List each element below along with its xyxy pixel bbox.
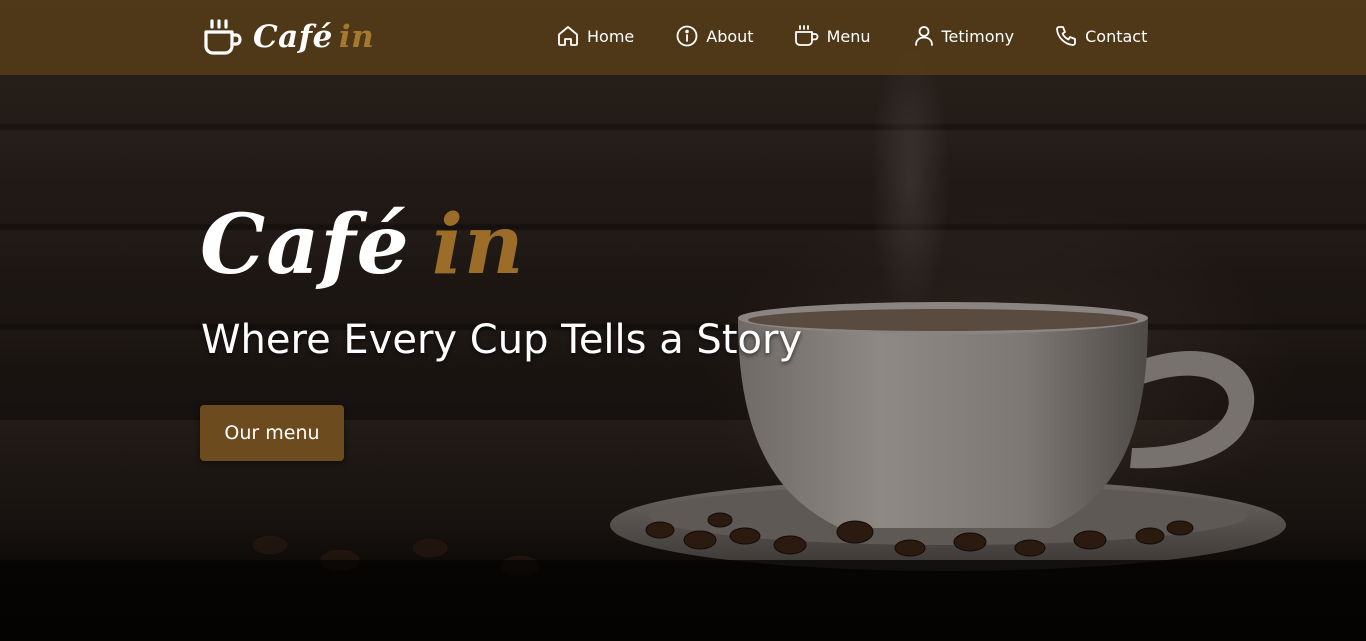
info-icon xyxy=(675,24,699,48)
user-icon xyxy=(913,24,935,48)
nav-item-testimony[interactable]: Tetimony xyxy=(913,24,1015,48)
nav-item-about[interactable]: About xyxy=(675,24,754,48)
coffee-cup-icon xyxy=(203,18,243,56)
nav-label: Menu xyxy=(826,26,871,46)
main-nav: Home About Menu Tetimony Contact xyxy=(556,20,1147,52)
hero-subtitle: Where Every Cup Tells a Story xyxy=(201,317,803,363)
brand-accent: in xyxy=(338,19,375,55)
brand-name: Café in xyxy=(253,19,375,55)
phone-icon xyxy=(1054,24,1078,48)
brand-logo[interactable]: Café in xyxy=(203,14,374,60)
hero-title-accent: in xyxy=(431,197,525,293)
our-menu-button[interactable]: Our menu xyxy=(200,405,344,461)
nav-label: Home xyxy=(587,26,635,46)
nav-item-contact[interactable]: Contact xyxy=(1054,24,1147,48)
navbar: Café in Home About Menu Tetimony Contact xyxy=(0,0,1366,75)
nav-label: Contact xyxy=(1085,26,1148,46)
nav-item-menu[interactable]: Menu xyxy=(794,24,871,48)
hero-section: Café in Home About Menu Tetimony Contact… xyxy=(0,0,1366,641)
nav-item-home[interactable]: Home xyxy=(556,24,634,48)
home-icon xyxy=(556,24,580,48)
nav-label: Tetimony xyxy=(941,26,1015,46)
nav-label: About xyxy=(706,26,754,46)
coffee-cup-icon xyxy=(794,24,820,48)
hero-title: Café in xyxy=(200,197,525,293)
